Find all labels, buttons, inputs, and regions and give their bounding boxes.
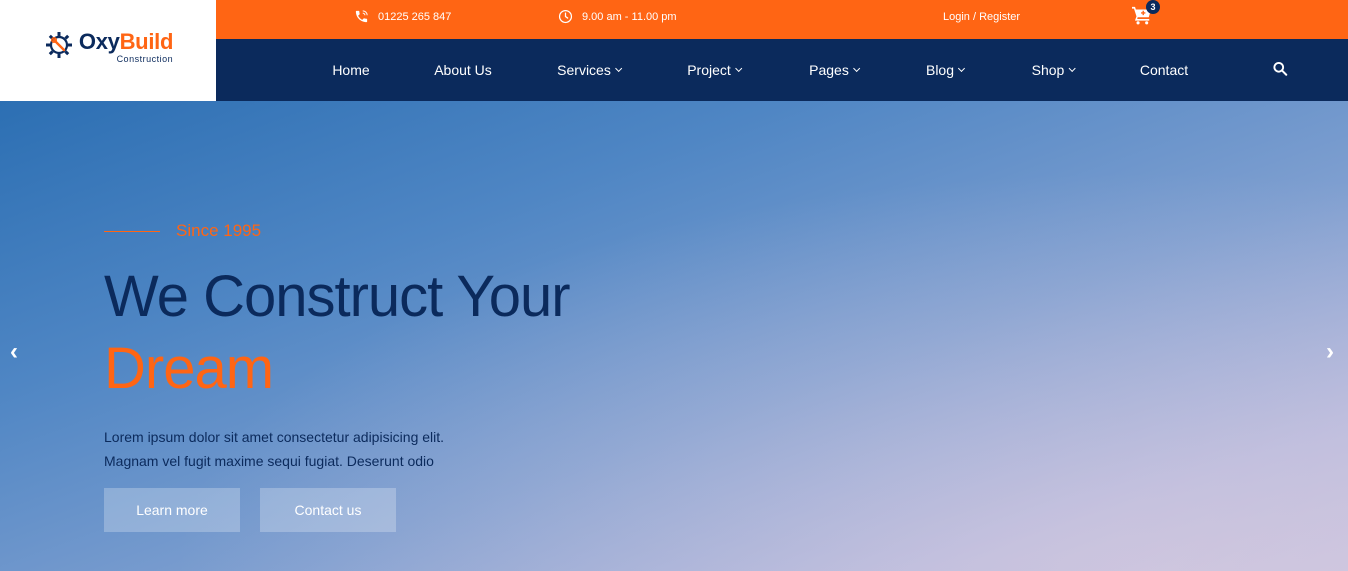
hero-description-line2: Magnam vel fugit maxime sequi fugiat. De… [104,453,434,469]
gear-wrench-icon [43,29,75,66]
chevron-down-icon [1068,64,1076,73]
top-bar: 01225 265 847 9.00 am - 11.00 pm Login /… [216,0,1348,39]
nav-item-shop[interactable]: Shop [1031,39,1076,101]
nav-item-label: Contact [1139,62,1189,78]
nav-item-label: Home [332,62,370,78]
phone-icon [354,9,369,24]
hero-headline: We Construct Your Dream [104,261,571,405]
chevron-down-icon [614,64,622,73]
since-row: Since 1995 [104,221,570,241]
hero-headline-line1: We Construct Your [104,264,571,329]
opening-hours: 9.00 am - 11.00 pm [582,10,677,23]
since-divider [104,230,160,232]
nav-item-label: Project [687,62,731,78]
nav-item-label: Services [557,62,611,78]
logo-name-part1: Oxy [78,29,120,54]
nav-item-label: About Us [434,62,492,78]
hero-description: Lorem ipsum dolor sit amet consectetur a… [104,425,570,473]
logo[interactable]: OxyBuild Construction [0,0,216,101]
nav-item-blog[interactable]: Blog [925,39,966,101]
hero-content: Since 1995 We Construct Your Dream Lorem… [104,221,571,532]
nav-item-label: Pages [809,62,849,78]
hero-buttons: Learn more Contact us [104,488,570,532]
chevron-down-icon [957,64,966,73]
nav-item-label: Blog [925,62,955,78]
slider-next-arrow[interactable]: › [1326,340,1334,364]
search-icon [1273,61,1288,79]
slider-prev-arrow[interactable]: ‹ [10,340,18,364]
main-navigation: Home About Us Services Project Pages Blo… [216,39,1348,101]
nav-item-label: Shop [1031,62,1065,78]
nav-item-home[interactable]: Home [332,39,369,101]
hero-headline-line2: Dream [104,336,274,401]
phone-info[interactable]: 01225 265 847 [354,0,451,33]
logo-subtitle: Construction [116,54,174,64]
search-button[interactable] [1273,39,1288,101]
login-register-link[interactable]: Login / Register [943,0,1020,33]
chevron-down-icon [734,64,742,73]
contact-us-button[interactable]: Contact us [260,488,396,532]
cart-button[interactable]: 3 [1131,0,1160,32]
hours-info: 9.00 am - 11.00 pm [558,0,677,33]
nav-item-project[interactable]: Project [687,39,742,101]
cart-count-badge: 3 [1146,0,1160,14]
since-label: Since 1995 [176,221,262,240]
nav-item-contact[interactable]: Contact [1140,39,1188,101]
nav-item-services[interactable]: Services [557,39,622,101]
hero-slider: Since 1995 We Construct Your Dream Lorem… [0,101,1348,571]
clock-icon [558,9,573,24]
hero-description-line1: Lorem ipsum dolor sit amet consectetur a… [104,429,445,445]
nav-item-about-us[interactable]: About Us [434,39,492,101]
phone-number: 01225 265 847 [378,10,452,23]
learn-more-button[interactable]: Learn more [104,488,240,532]
logo-title: OxyBuild [79,31,173,53]
logo-name-part2: Build [119,29,174,54]
chevron-down-icon [852,64,860,73]
nav-item-pages[interactable]: Pages [809,39,860,101]
cart-icon: 3 [1131,0,1160,25]
